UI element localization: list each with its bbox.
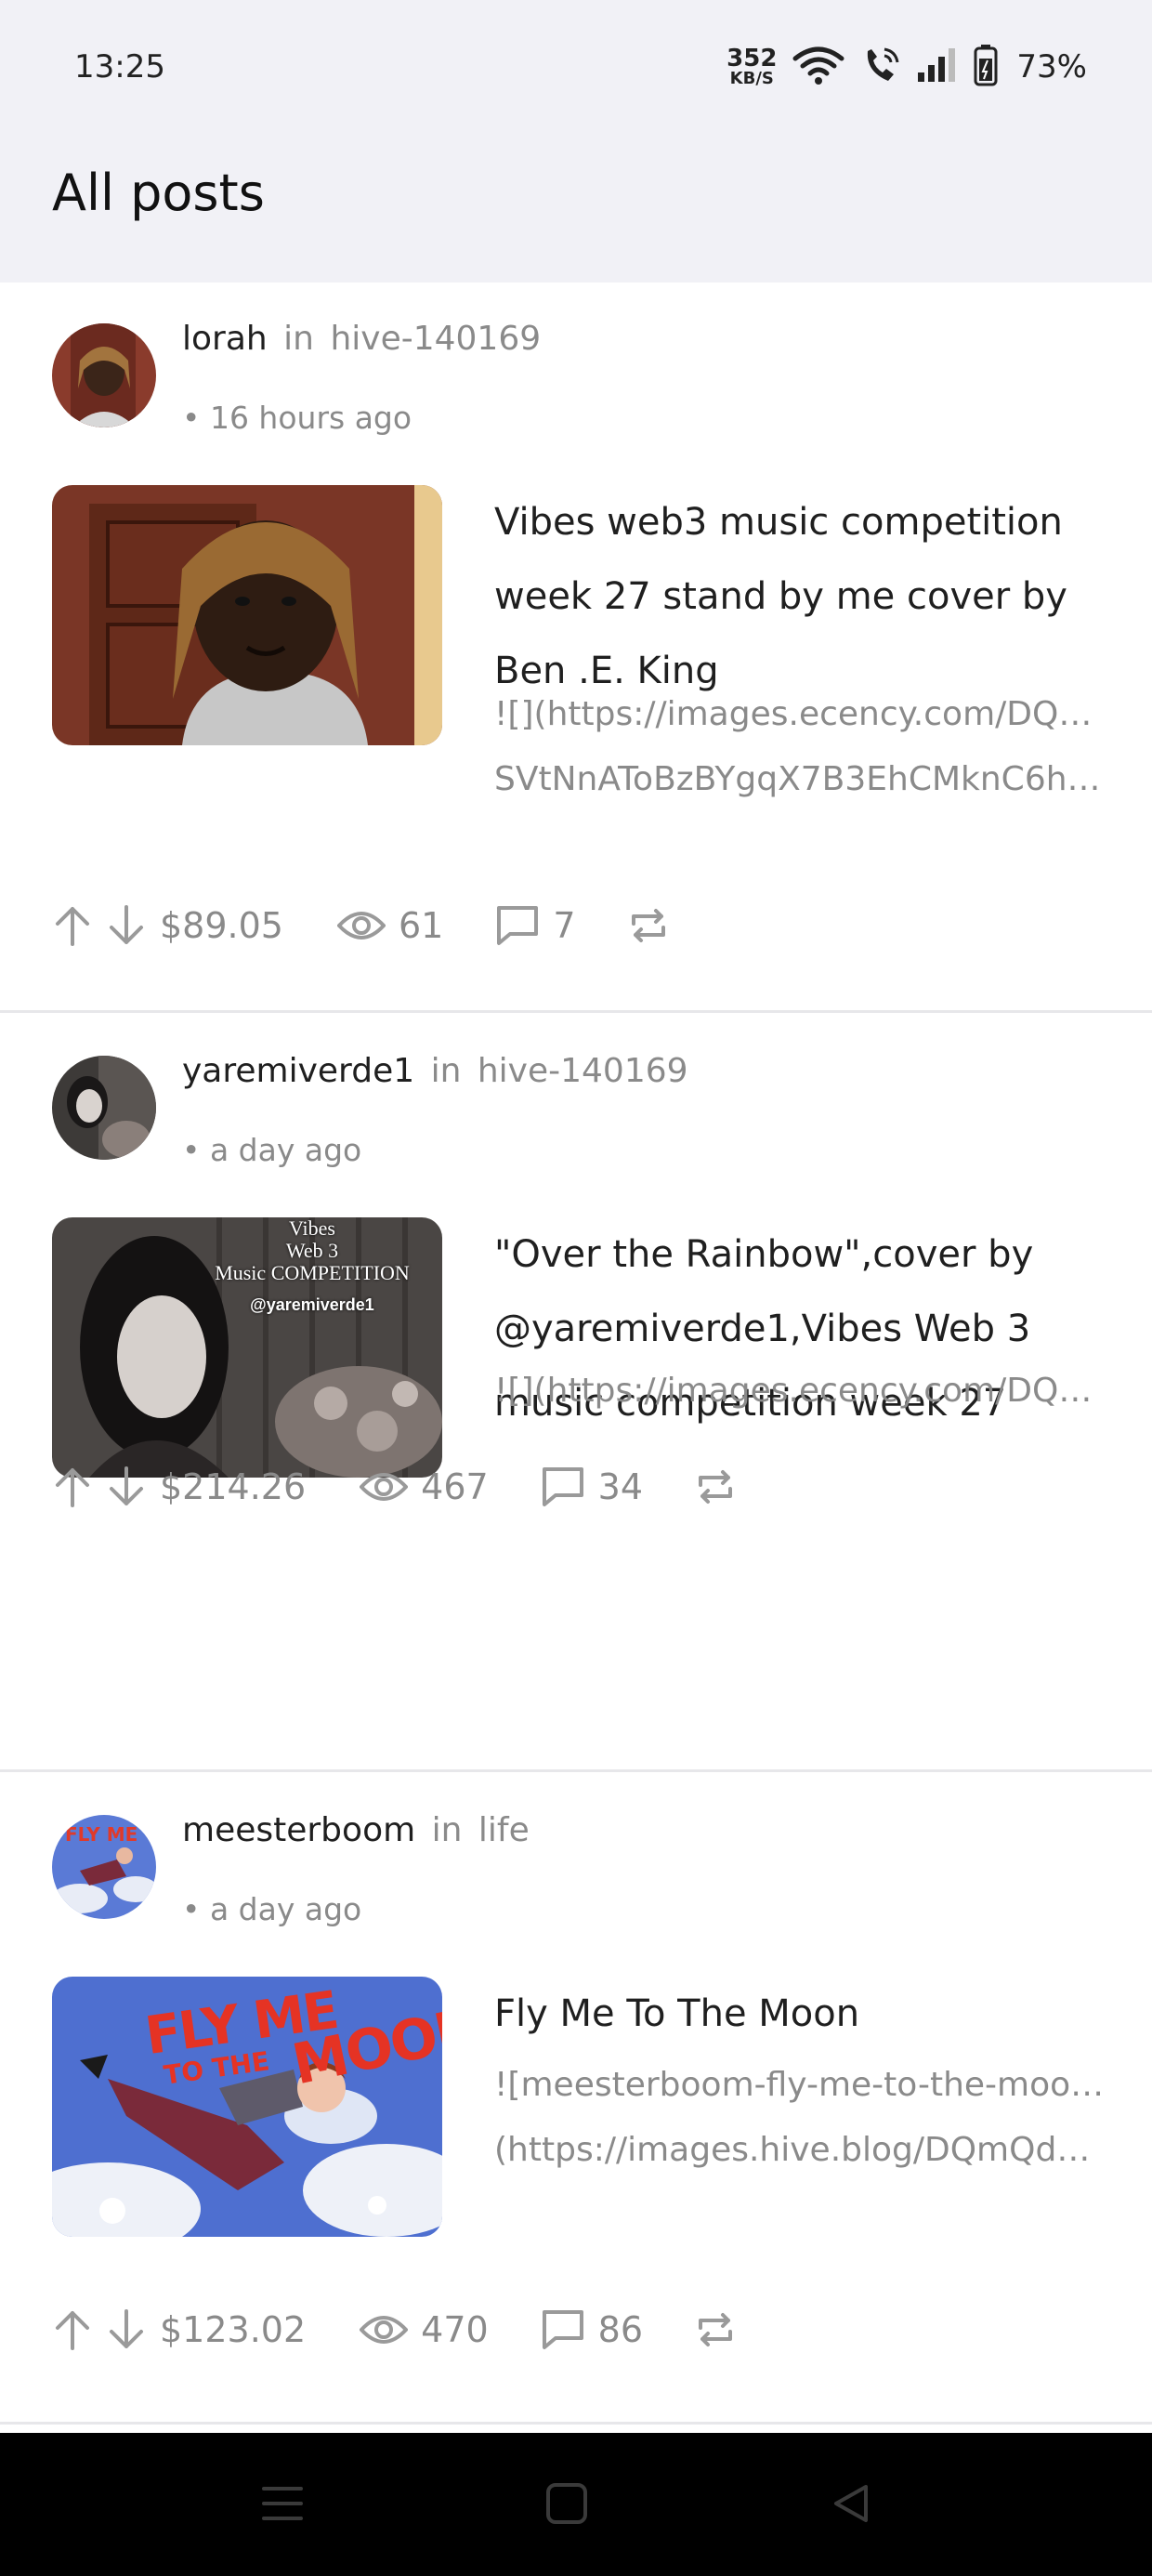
eye-icon [336,907,386,944]
arrow-down-icon[interactable] [106,1465,147,1509]
excerpt-line: ![](https://images.ecency.com/DQmTjv1 [494,695,1107,733]
arrow-down-icon[interactable] [106,903,147,948]
author-avatar[interactable] [52,323,156,427]
excerpt-line: (https://images.hive.blog/DQmQd5G… [494,2131,1107,2169]
post-time: • a day ago [182,1132,362,1168]
post-thumbnail[interactable] [52,485,442,745]
excerpt-line: ![meesterboom-fly-me-to-the-moon.jpg] [494,2066,1107,2104]
community-name[interactable]: hive-140169 [330,320,541,358]
payout-value[interactable]: $214.26 [160,1466,306,1507]
back-button[interactable] [829,2479,873,2531]
comments-count[interactable]: 34 [598,1466,643,1507]
in-label: in [431,1811,463,1849]
post-title[interactable]: Fly Me To The Moon [494,1977,1107,2051]
post-actions: $214.26 467 34 [52,1459,736,1515]
comments-count[interactable]: 86 [598,2309,643,2350]
views-count: 61 [398,905,444,946]
eye-icon [360,1468,409,1505]
status-time: 13:25 [74,48,165,85]
author-name[interactable]: yaremiverde1 [182,1052,414,1090]
views-count: 470 [421,2309,489,2350]
community-name[interactable]: life [478,1811,530,1849]
community-name[interactable]: hive-140169 [478,1052,688,1090]
post-excerpt[interactable]: ![meesterboom-fly-me-to-the-moon.jpg] (h… [494,2053,1107,2183]
post-thumbnail[interactable]: Vibes Web 3 Music COMPETITION @yaremiver… [52,1217,442,1478]
repost-icon[interactable] [628,905,669,946]
app-header: All posts [0,139,1152,283]
author-name[interactable]: meesterboom [182,1811,415,1849]
battery-percent: 73% [1016,48,1087,85]
author-line: meesterboom in life [182,1811,530,1849]
status-bar: 13:25 352 KB/S 73% [0,0,1152,139]
wifi-icon [792,44,845,90]
comment-icon[interactable] [541,1465,585,1508]
arrow-up-icon[interactable] [52,2307,93,2352]
post-card[interactable]: lorah in hive-140169 • 16 hours ago Vibe… [0,283,1152,1013]
repost-icon[interactable] [695,2309,736,2350]
status-icons: 352 KB/S 73% [727,41,1087,93]
repost-icon[interactable] [695,1466,736,1507]
thumbnail-text-line: Web 3 [285,1239,339,1262]
thumbnail-text-line: Music COMPETITION [215,1261,410,1284]
payout-value[interactable]: $123.02 [160,2309,306,2350]
in-label: in [283,320,314,358]
post-actions: $123.02 470 86 [52,2302,736,2358]
post-title[interactable]: Vibes web3 music competition week 27 sta… [494,485,1107,708]
arrow-up-icon[interactable] [52,1465,93,1509]
post-time: • 16 hours ago [182,400,412,436]
excerpt-line: SVtNnAToBzBYgqX7B3EhCMknC6hX… [494,760,1107,798]
author-avatar[interactable]: FLY ME [52,1815,156,1919]
network-speed-value: 352 [727,45,778,72]
network-speed-unit: KB/S [729,69,774,88]
system-navigation-bar [0,2433,1152,2576]
author-avatar[interactable] [52,1056,156,1160]
views-count: 467 [421,1466,489,1507]
excerpt-line: ![](https://images.ecency.com/DQmbJ… [494,1372,1107,1410]
page-title: All posts [52,164,265,222]
post-thumbnail[interactable]: FLY ME TO THE MOON [52,1977,442,2237]
post-excerpt[interactable]: ![](https://images.ecency.com/DQmbJ… [494,1359,1107,1424]
author-name[interactable]: lorah [182,320,268,358]
wifi-call-icon [860,44,901,90]
arrow-down-icon[interactable] [106,2307,147,2352]
thumbnail-text-line: Vibes [288,1217,335,1240]
eye-icon [360,2311,409,2348]
home-button[interactable] [544,2479,589,2531]
thumbnail-text-line: @yaremiverde1 [250,1295,374,1314]
post-card[interactable]: yaremiverde1 in hive-140169 • a day ago [0,1015,1152,1772]
payout-value[interactable]: $89.05 [160,905,283,946]
comment-icon[interactable] [541,2308,585,2351]
signal-icon [916,46,959,87]
battery-icon [974,44,998,90]
post-excerpt[interactable]: ![](https://images.ecency.com/DQmTjv1 SV… [494,682,1107,812]
post-actions: $89.05 61 7 [52,898,669,953]
network-speed: 352 KB/S [727,46,777,87]
author-line: yaremiverde1 in hive-140169 [182,1052,688,1090]
author-line: lorah in hive-140169 [182,320,541,358]
in-label: in [430,1052,462,1090]
post-time: • a day ago [182,1891,362,1927]
arrow-up-icon[interactable] [52,903,93,948]
comments-count[interactable]: 7 [553,905,575,946]
post-card[interactable]: FLY ME meesterboom in life • a day ago F… [0,1774,1152,2425]
recent-apps-button[interactable] [260,2479,305,2531]
svg-text:FLY ME: FLY ME [65,1823,137,1846]
comment-icon[interactable] [495,904,540,947]
thumbnail-overlay-text: Vibes Web 3 Music COMPETITION @yaremiver… [191,1217,433,1316]
